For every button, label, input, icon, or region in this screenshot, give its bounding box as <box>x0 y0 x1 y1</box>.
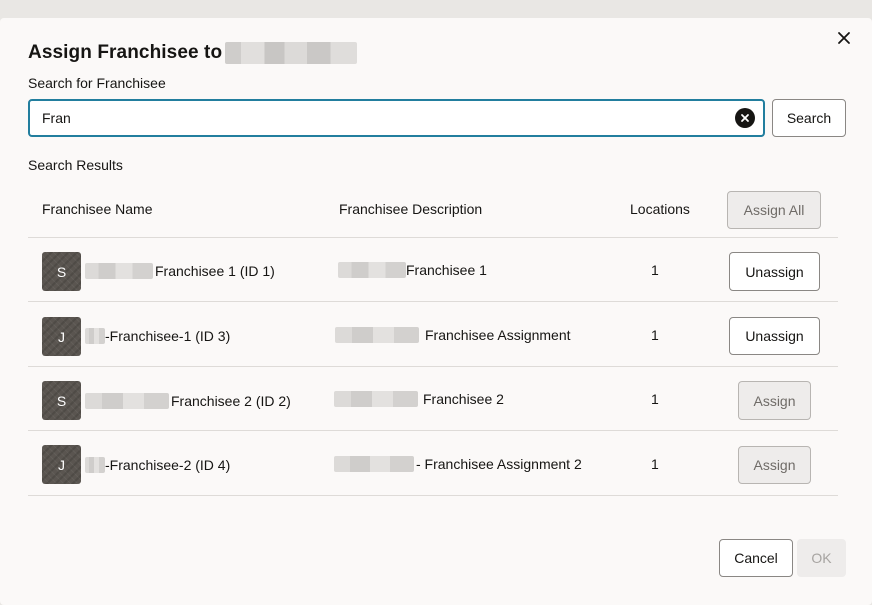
row-name: -Franchisee-2 (ID 4) <box>85 454 230 476</box>
search-button[interactable]: Search <box>772 99 846 137</box>
row-description: - Franchisee Assignment 2 <box>334 453 582 475</box>
row-name: -Franchisee-1 (ID 3) <box>85 325 230 347</box>
assign-all-button[interactable]: Assign All <box>727 191 821 229</box>
row-description: Franchisee 1 <box>338 259 487 281</box>
divider <box>28 495 838 496</box>
unassign-button[interactable]: Unassign <box>729 252 820 291</box>
row-description: Franchisee 2 <box>334 388 504 410</box>
ok-button[interactable]: OK <box>797 539 846 577</box>
search-results-label: Search Results <box>28 157 123 173</box>
assign-franchisee-dialog: Assign Franchisee to Search for Franchis… <box>0 18 872 605</box>
avatar: J <box>42 317 81 356</box>
row-description: Franchisee Assignment <box>335 324 571 346</box>
column-header-name: Franchisee Name <box>42 201 153 217</box>
column-header-description: Franchisee Description <box>339 201 483 217</box>
redacted-text <box>335 327 419 343</box>
cancel-button[interactable]: Cancel <box>719 539 793 577</box>
redacted-name <box>225 42 358 64</box>
row-locations: 1 <box>651 262 659 278</box>
redacted-text <box>85 263 153 279</box>
search-field[interactable] <box>28 99 765 137</box>
redacted-text <box>85 328 105 344</box>
avatar: J <box>42 445 81 484</box>
row-name: Franchisee 2 (ID 2) <box>85 390 291 412</box>
redacted-text <box>334 391 418 407</box>
search-input[interactable] <box>40 109 735 127</box>
avatar: S <box>42 252 81 291</box>
search-label: Search for Franchisee <box>28 75 166 91</box>
column-header-locations: Locations <box>630 201 690 217</box>
divider <box>28 237 838 238</box>
redacted-text <box>85 457 105 473</box>
redacted-text <box>338 262 406 278</box>
row-locations: 1 <box>651 391 659 407</box>
unassign-button[interactable]: Unassign <box>729 317 820 355</box>
row-locations: 1 <box>651 327 659 343</box>
assign-button[interactable]: Assign <box>738 381 811 420</box>
avatar: S <box>42 381 81 420</box>
assign-button[interactable]: Assign <box>738 446 811 484</box>
redacted-text <box>85 393 169 409</box>
close-icon[interactable] <box>830 24 858 52</box>
divider <box>28 366 838 367</box>
dialog-title: Assign Franchisee to <box>28 42 223 63</box>
divider <box>28 430 838 431</box>
dialog-title-row: Assign Franchisee to <box>28 40 358 66</box>
clear-search-icon[interactable] <box>735 108 755 128</box>
row-name: Franchisee 1 (ID 1) <box>85 260 275 282</box>
redacted-text <box>334 456 414 472</box>
row-locations: 1 <box>651 456 659 472</box>
divider <box>28 301 838 302</box>
